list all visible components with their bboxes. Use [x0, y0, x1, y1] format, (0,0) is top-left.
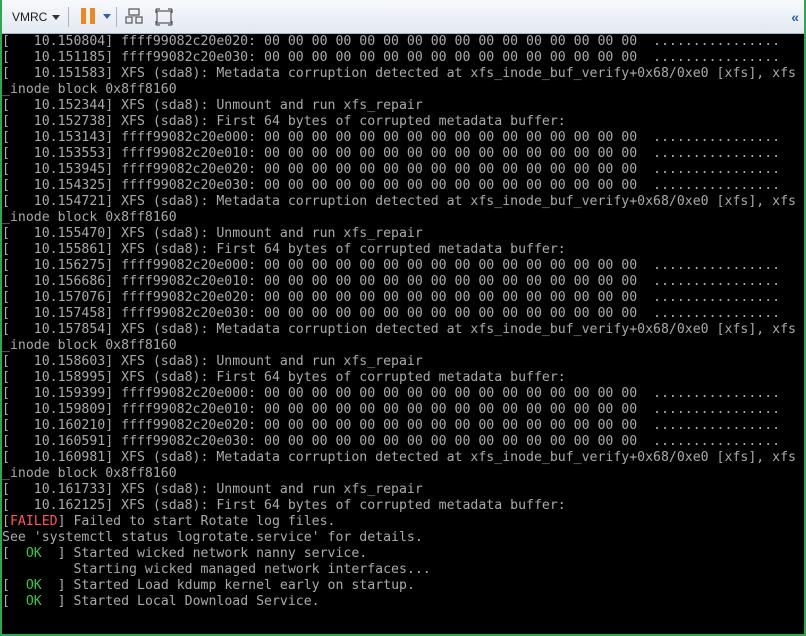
console-line: [ 10.156275] ffff99082c20e000: 00 00 00 …	[2, 258, 781, 273]
status-bracket: [	[2, 546, 26, 561]
console-message: Started Load kdump kernel early on start…	[65, 578, 415, 593]
console-line: [ 10.150804] ffff99082c20e020: 00 00 00 …	[2, 34, 781, 49]
console-line: [ 10.158995] XFS (sda8): First 64 bytes …	[2, 370, 566, 385]
toolbar-separator	[116, 7, 117, 27]
toolbar-separator	[68, 7, 69, 27]
dropdown-icon[interactable]	[103, 14, 111, 19]
status-bracket: ]	[41, 546, 66, 561]
console-message: Starting wicked managed network interfac…	[2, 562, 431, 577]
console-line: [ 10.160591] ffff99082c20e030: 00 00 00 …	[2, 434, 781, 449]
console-line: [ 10.154721] XFS (sda8): Metadata corrup…	[2, 194, 796, 209]
console-line-ok: [ OK ] Started wicked network nanny serv…	[2, 546, 804, 562]
console-line: See 'systemctl status logrotate.service'…	[2, 530, 423, 545]
status-bracket: [	[2, 594, 26, 609]
status-bracket: [	[2, 514, 10, 529]
console-line: [ 10.160210] ffff99082c20e020: 00 00 00 …	[2, 418, 781, 433]
console-line: [ 10.155861] XFS (sda8): First 64 bytes …	[2, 242, 566, 257]
collapse-icon[interactable]: «	[791, 9, 799, 25]
fullscreen-icon[interactable]	[154, 7, 174, 27]
console-line: [ 10.157458] ffff99082c20e030: 00 00 00 …	[2, 306, 781, 321]
console-line: [ 10.152344] XFS (sda8): Unmount and run…	[2, 98, 423, 113]
vmrc-menu-button[interactable]: VMRC	[8, 7, 64, 27]
console-line: [ 10.162125] XFS (sda8): First 64 bytes …	[2, 498, 566, 513]
status-ok-badge: OK	[25, 546, 42, 561]
console-line: _inode block 0x8ff8160	[2, 466, 177, 481]
status-bracket: ]	[57, 514, 66, 529]
pause-icon[interactable]	[79, 8, 97, 26]
console-message: Started Local Download Service.	[65, 594, 320, 609]
console-line: [ 10.160981] XFS (sda8): Metadata corrup…	[2, 450, 796, 465]
console-line: [ 10.159399] ffff99082c20e000: 00 00 00 …	[2, 386, 781, 401]
console-line-ok: [ OK ] Started Load kdump kernel early o…	[2, 578, 804, 594]
console-line: [ 10.153143] ffff99082c20e000: 00 00 00 …	[2, 130, 781, 145]
console-line-failed: [FAILED] Failed to start Rotate log file…	[2, 514, 804, 530]
console-line: [ 10.157854] XFS (sda8): Metadata corrup…	[2, 322, 796, 337]
console-line: [ 10.159809] ffff99082c20e010: 00 00 00 …	[2, 402, 781, 417]
vmrc-toolbar: VMRC «	[2, 0, 804, 34]
console-message: Failed to start Rotate log files.	[65, 514, 336, 529]
console-line: _inode block 0x8ff8160	[2, 338, 177, 353]
console-line: [ 10.161733] XFS (sda8): Unmount and run…	[2, 482, 423, 497]
vmrc-menu-label: VMRC	[12, 10, 48, 24]
status-bracket: [	[2, 578, 26, 593]
console-message: Started wicked network nanny service.	[65, 546, 368, 561]
status-ok-badge: OK	[25, 594, 42, 609]
console-line: [ 10.151583] XFS (sda8): Metadata corrup…	[2, 66, 796, 81]
console-line: [ 10.158603] XFS (sda8): Unmount and run…	[2, 354, 423, 369]
console-line: [ 10.153553] ffff99082c20e010: 00 00 00 …	[2, 146, 781, 161]
console-line: _inode block 0x8ff8160	[2, 210, 177, 225]
console-line: [ 10.155470] XFS (sda8): Unmount and run…	[2, 226, 423, 241]
console-line: [ 10.157076] ffff99082c20e020: 00 00 00 …	[2, 290, 781, 305]
status-bracket: ]	[41, 578, 66, 593]
console-line: [ 10.152738] XFS (sda8): First 64 bytes …	[2, 114, 566, 129]
console-line-ok: Starting wicked managed network interfac…	[2, 562, 804, 578]
console-line-ok: [ OK ] Started Local Download Service.	[2, 594, 804, 610]
console-line: [ 10.156686] ffff99082c20e010: 00 00 00 …	[2, 274, 781, 289]
console-line: [ 10.154325] ffff99082c20e030: 00 00 00 …	[2, 178, 781, 193]
console-line: [ 10.151185] ffff99082c20e030: 00 00 00 …	[2, 50, 781, 65]
chevron-down-icon	[52, 15, 61, 20]
send-ctrl-alt-del-icon[interactable]	[124, 7, 144, 27]
status-bracket: ]	[41, 594, 66, 609]
status-failed-badge: FAILED	[9, 514, 58, 529]
vm-console-screen[interactable]: [ 10.150804] ffff99082c20e020: 00 00 00 …	[2, 34, 804, 634]
status-ok-badge: OK	[25, 578, 42, 593]
console-line: [ 10.153945] ffff99082c20e020: 00 00 00 …	[2, 162, 781, 177]
console-line: _inode block 0x8ff8160	[2, 82, 177, 97]
